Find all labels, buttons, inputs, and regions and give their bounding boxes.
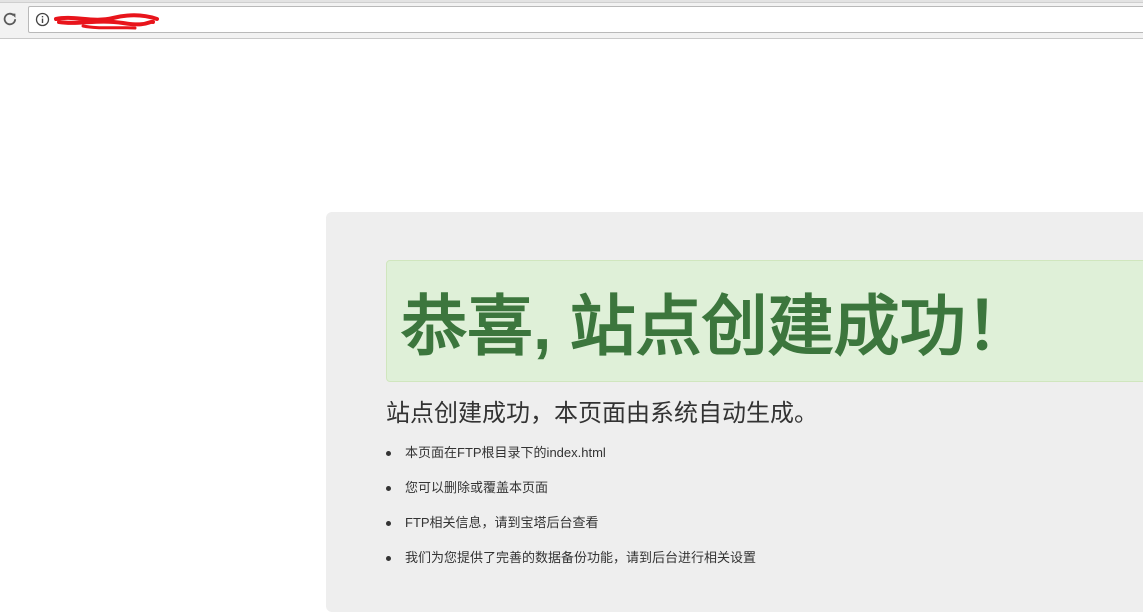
bullet-icon — [386, 521, 391, 526]
address-bar[interactable] — [28, 6, 1143, 33]
success-alert: 恭喜, 站点创建成功！ — [386, 260, 1143, 382]
list-item-text: 您可以删除或覆盖本页面 — [405, 480, 549, 495]
list-item-text: 本页面在FTP根目录下的index.html — [405, 445, 606, 460]
list-item: 您可以删除或覆盖本页面 — [386, 477, 1086, 512]
list-item: 本页面在FTP根目录下的index.html — [386, 442, 1086, 477]
info-list: 本页面在FTP根目录下的index.html 您可以删除或覆盖本页面 FTP相关… — [386, 442, 1086, 582]
lead-text: 站点创建成功，本页面由系统自动生成。 — [386, 400, 818, 427]
browser-toolbar — [0, 0, 1143, 39]
list-item-text: 我们为您提供了完善的数据备份功能，请到后台进行相关设置 — [405, 550, 757, 565]
bullet-icon — [386, 486, 391, 491]
list-item: FTP相关信息，请到宝塔后台查看 — [386, 512, 1086, 547]
url-redaction-scribble — [54, 13, 159, 30]
list-item-text: FTP相关信息，请到宝塔后台查看 — [405, 515, 599, 530]
alert-title: 恭喜, 站点创建成功！ — [401, 289, 1032, 363]
content-panel: 恭喜, 站点创建成功！ 站点创建成功，本页面由系统自动生成。 本页面在FTP根目… — [326, 212, 1143, 612]
bullet-icon — [386, 451, 391, 456]
bullet-icon — [386, 556, 391, 561]
list-item: 我们为您提供了完善的数据备份功能，请到后台进行相关设置 — [386, 547, 1086, 582]
reload-icon[interactable] — [1, 10, 19, 28]
tab-strip-edge — [0, 0, 1143, 3]
info-icon[interactable] — [35, 12, 50, 27]
